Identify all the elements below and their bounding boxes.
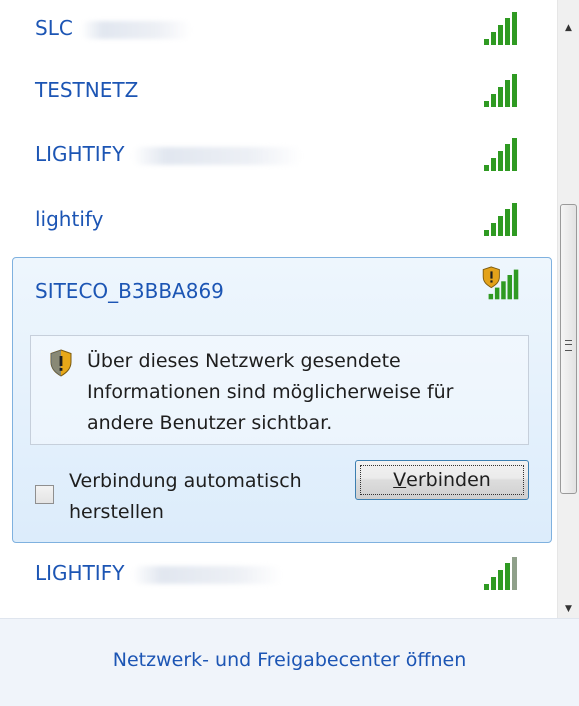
vertical-scrollbar[interactable]: ▲ ▼: [557, 0, 579, 618]
auto-connect-label[interactable]: Verbindung automatisch herstellen: [69, 466, 339, 528]
network-name: SLC: [35, 16, 191, 40]
network-list[interactable]: SLC TESTNETZ LIGHTIFY lightify SITECO_B3…: [0, 0, 557, 618]
signal-bars-icon: [484, 203, 517, 236]
shield-warning-icon: [50, 349, 72, 377]
network-item-testnetz[interactable]: TESTNETZ: [12, 64, 552, 120]
signal-bars-icon: [484, 138, 517, 171]
wireless-network-flyout: SLC TESTNETZ LIGHTIFY lightify SITECO_B3…: [0, 0, 579, 706]
footer-bar: Netzwerk- und Freigabecenter öffnen: [0, 618, 579, 706]
network-item-lightify-1[interactable]: LIGHTIFY: [12, 128, 552, 184]
obscured-name-suffix: [80, 20, 191, 39]
scroll-thumb[interactable]: [560, 204, 577, 494]
network-name: SITECO_B3BBA869: [35, 279, 224, 303]
network-item-slc[interactable]: SLC: [12, 2, 552, 58]
signal-bars-icon: [484, 557, 517, 590]
network-item-selected[interactable]: SITECO_B3BBA869 Über dieses Netzwerk ges…: [12, 257, 552, 543]
network-item-lightify-3[interactable]: LIGHTIFY: [12, 547, 552, 603]
scroll-grip-icon: [565, 340, 572, 351]
signal-bars-shield-icon: [482, 266, 519, 300]
obscured-name-suffix: [132, 146, 303, 165]
scroll-up-arrow-icon[interactable]: ▲: [558, 8, 579, 48]
obscured-name-suffix: [132, 565, 283, 584]
network-item-lightify-2[interactable]: lightify: [12, 193, 552, 249]
network-name: LIGHTIFY: [35, 561, 283, 585]
network-name: TESTNETZ: [35, 78, 139, 102]
auto-connect-checkbox[interactable]: [35, 485, 54, 504]
scroll-down-arrow-icon[interactable]: ▼: [558, 600, 579, 618]
network-name: lightify: [35, 207, 104, 231]
signal-bars-icon: [484, 74, 517, 107]
security-warning-box: Über dieses Netzwerk gesendete Informati…: [30, 335, 529, 445]
security-warning-text: Über dieses Netzwerk gesendete Informati…: [87, 350, 454, 434]
connect-button-label: Verbinden: [360, 465, 524, 495]
signal-bars-icon: [484, 12, 517, 45]
network-name: LIGHTIFY: [35, 142, 303, 166]
connect-button[interactable]: Verbinden: [355, 460, 529, 500]
network-sharing-center-link[interactable]: Netzwerk- und Freigabecenter öffnen: [0, 649, 579, 671]
